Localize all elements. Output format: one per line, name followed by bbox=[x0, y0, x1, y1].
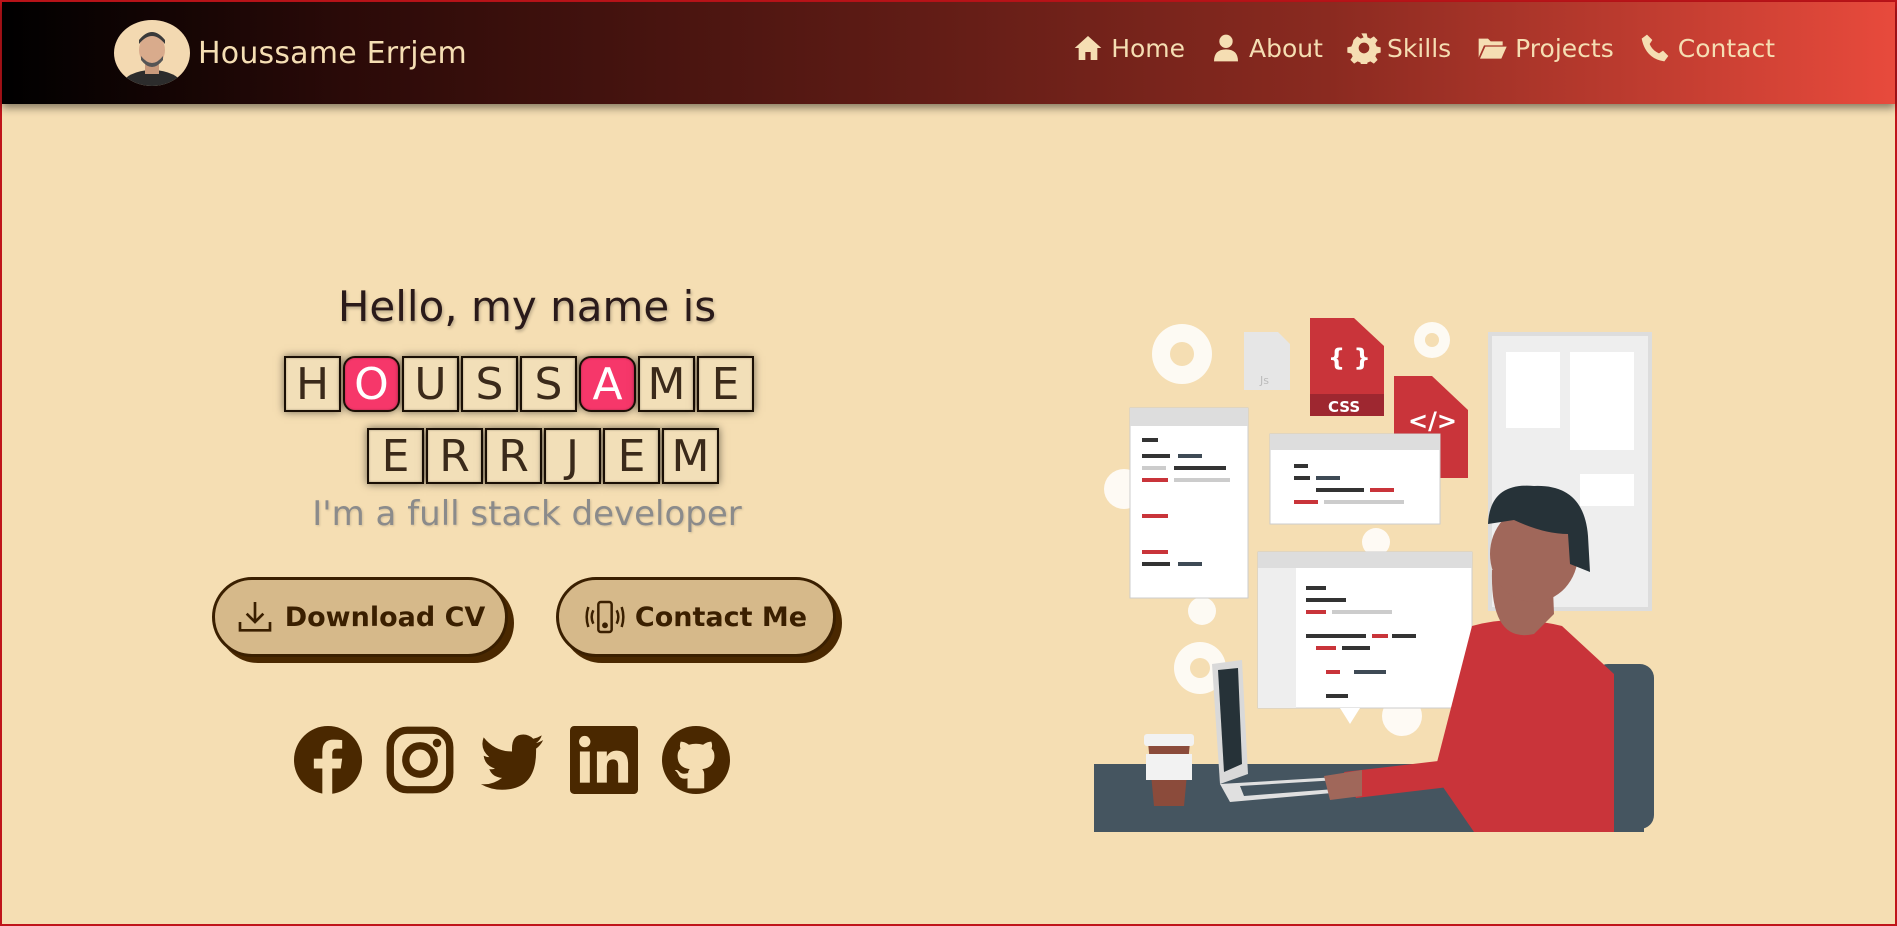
brand[interactable]: Houssame Errjem bbox=[114, 20, 467, 86]
gear-icon bbox=[1347, 33, 1381, 64]
svg-text:{ }: { } bbox=[1328, 344, 1371, 372]
facebook-link[interactable] bbox=[294, 726, 362, 794]
folder-icon bbox=[1478, 38, 1507, 59]
twitter-icon bbox=[480, 734, 544, 790]
nav-item-skills[interactable]: Skills bbox=[1347, 32, 1451, 64]
name-tile: S bbox=[520, 356, 577, 412]
nav-item-label: Skills bbox=[1386, 33, 1452, 63]
name-tile: R bbox=[426, 428, 483, 484]
nav-item-label: Contact bbox=[1677, 33, 1775, 63]
nav-item-about[interactable]: About bbox=[1209, 32, 1323, 64]
nav-item-home[interactable]: Home bbox=[1071, 32, 1185, 64]
developer-illustration: Js { } CSS </> bbox=[1094, 314, 1654, 834]
name-tile: E bbox=[367, 428, 424, 484]
nav-item-label: Projects bbox=[1515, 33, 1614, 63]
brand-name: Houssame Errjem bbox=[198, 35, 467, 71]
js-file-label: Js bbox=[1259, 374, 1269, 387]
download-cv-label: Download CV bbox=[284, 601, 486, 633]
nav-item-contact[interactable]: Contact bbox=[1638, 32, 1775, 64]
twitter-link[interactable] bbox=[478, 726, 546, 794]
first-name-tiles: H O U S S A M E bbox=[284, 356, 754, 412]
facebook-icon bbox=[294, 726, 362, 794]
github-icon bbox=[662, 726, 730, 794]
name-tile: J bbox=[544, 428, 601, 484]
instagram-link[interactable] bbox=[386, 726, 454, 794]
name-tile: E bbox=[697, 356, 754, 412]
last-name-tiles: E R R J E M bbox=[367, 428, 719, 484]
download-icon bbox=[238, 602, 272, 632]
name-tile: S bbox=[461, 356, 518, 412]
social-links bbox=[294, 726, 730, 794]
user-icon bbox=[1214, 34, 1239, 62]
name-tile: U bbox=[402, 356, 459, 412]
name-tile: H bbox=[284, 356, 341, 412]
home-icon bbox=[1074, 36, 1102, 60]
linkedin-icon bbox=[570, 726, 638, 794]
linkedin-link[interactable] bbox=[570, 726, 638, 794]
name-tile: E bbox=[603, 428, 660, 484]
name-tile-highlighted: O bbox=[343, 356, 400, 412]
css-file-label: CSS bbox=[1328, 398, 1360, 416]
html-file-label: </> bbox=[1408, 407, 1457, 435]
nav-item-label: About bbox=[1249, 33, 1323, 63]
name-tile: M bbox=[662, 428, 719, 484]
name-tile-highlighted: A bbox=[579, 356, 636, 412]
name-tile: R bbox=[485, 428, 542, 484]
avatar bbox=[114, 20, 190, 86]
name-tile: M bbox=[638, 356, 695, 412]
nav-links: Home About Skills Projects Contact bbox=[1071, 32, 1775, 64]
phone-icon bbox=[1641, 34, 1669, 62]
instagram-icon bbox=[386, 726, 454, 794]
nav-item-projects[interactable]: Projects bbox=[1475, 32, 1614, 64]
download-cv-button[interactable]: Download CV bbox=[212, 577, 508, 657]
contact-me-label: Contact Me bbox=[634, 601, 808, 633]
navbar: Houssame Errjem Home About Skills Projec… bbox=[2, 2, 1895, 104]
nav-item-label: Home bbox=[1111, 33, 1186, 63]
github-link[interactable] bbox=[662, 726, 730, 794]
contact-me-button[interactable]: Contact Me bbox=[556, 577, 836, 657]
greeting: Hello, my name is bbox=[337, 282, 717, 331]
tagline: I'm a full stack developer bbox=[312, 494, 742, 534]
vibrating-phone-icon bbox=[585, 600, 625, 634]
